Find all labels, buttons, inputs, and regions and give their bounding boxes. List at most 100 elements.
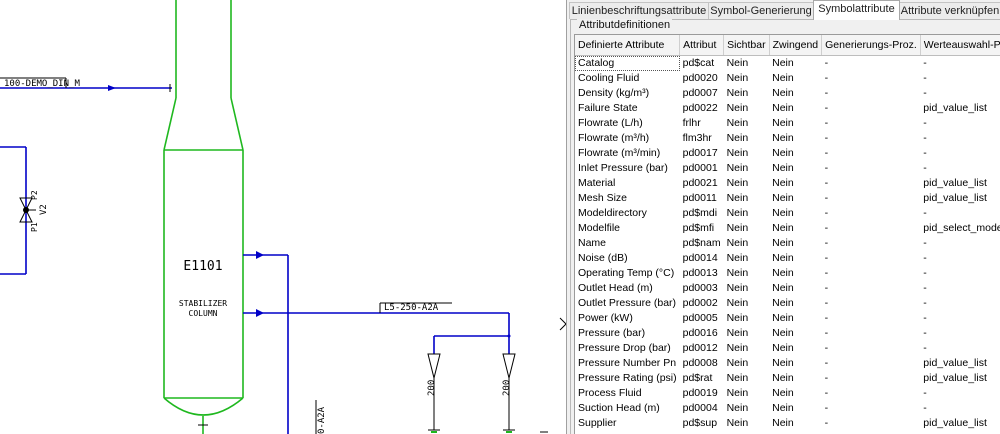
table-row[interactable]: Mesh Size pd0011 Nein Nein - pid_value_list [575,191,1000,206]
mandatory-cell: Nein [772,312,794,324]
tab-symbol-generierung[interactable]: Symbol-Generierung [708,2,814,19]
attribute-code-cell: pd0004 [682,402,718,414]
generation-proc-cell: - [824,72,829,84]
attribute-name-cell: Material [578,177,616,189]
column-header-sichtbar[interactable]: Sichtbar [723,35,770,56]
generation-proc-cell: - [824,192,829,204]
branch-line[interactable] [433,334,511,355]
pid-drawing[interactable]: 100-DEMO_DIN_M V2 P2 P1 E1101 STABILIZER… [0,0,566,434]
attribute-name-cell: Outlet Head (m) [578,282,653,294]
column-header-werteauswahl-proz[interactable]: Werteauswahl-Proz. [920,35,1000,56]
nozzle-line-upper[interactable] [243,251,289,434]
attribute-code-cell: pd0021 [682,177,718,189]
mandatory-cell: Nein [772,237,794,249]
attribute-name-cell: Density (kg/m³) [578,87,650,99]
visible-cell: Nein [726,402,749,414]
attribute-name-cell: Mesh Size [578,192,628,204]
table-row[interactable]: Modeldirectory pd$mdi Nein Nein - - [575,206,1000,221]
table-row[interactable]: Process Fluid pd0019 Nein Nein - - [575,386,1000,401]
generation-proc-cell: - [824,372,829,384]
tab-symbolattribute[interactable]: Symbolattribute [813,0,900,20]
table-row[interactable]: Name pd$nam Nein Nein - - [575,236,1000,251]
attribute-name-cell: Supplier [578,417,617,429]
mandatory-cell: Nein [772,117,794,129]
valve-icon[interactable] [19,197,36,223]
pipe-line-left[interactable] [0,146,27,275]
attribute-name-cell: Cooling Fluid [578,72,640,84]
table-row[interactable]: Density (kg/m³) pd0007 Nein Nein - - [575,86,1000,101]
table-row[interactable]: Pressure Number Pn pd0008 Nein Nein - pid_val… [575,356,1000,371]
visible-cell: Nein [726,117,749,129]
table-row[interactable]: Power (kW) pd0005 Nein Nein - - [575,311,1000,326]
reducer-label-left: 200 [427,380,437,396]
attribute-name-cell: Modeldirectory [578,207,647,219]
table-row[interactable]: Supplier pd$sup Nein Nein - pid_value_list [575,416,1000,431]
valve-label-p2: P2 [30,190,39,200]
value-selection-proc-cell: - [923,252,927,264]
attribute-code-cell: pd0012 [682,342,718,354]
attribute-panel: Linienbeschriftungsattribute Symbol-Gene… [566,0,1000,434]
attribute-code-cell: pd0020 [682,72,718,84]
table-row[interactable]: Inlet Pressure (bar) pd0001 Nein Nein - - [575,161,1000,176]
visible-cell: Nein [726,252,749,264]
generation-proc-cell: - [824,417,829,429]
value-selection-proc-cell: - [923,57,927,69]
tab-attribute-verknuepfen[interactable]: Attribute verknüpfen [899,2,1000,19]
drawing-canvas[interactable]: 100-DEMO_DIN_M V2 P2 P1 E1101 STABILIZER… [0,0,566,434]
line-label-vertical: 0-A2A [317,406,327,434]
stabilizer-column-vessel[interactable] [163,149,244,434]
attribute-code-cell: pd0011 [682,192,717,204]
table-row[interactable]: Suction Head (m) pd0004 Nein Nein - - [575,401,1000,416]
tab-linienbeschriftungsattribute[interactable]: Linienbeschriftungsattribute [569,2,709,19]
visible-cell: Nein [726,282,749,294]
table-row[interactable]: Outlet Head (m) pd0003 Nein Nein - - [575,281,1000,296]
column-header-zwingend[interactable]: Zwingend [769,35,823,56]
value-selection-proc-cell: pid_value_list [923,372,987,384]
value-selection-proc-cell: - [923,312,927,324]
column-header-definierte-attribute[interactable]: Definierte Attribute [575,35,681,56]
table-row[interactable]: Material pd0021 Nein Nein - pid_value_list [575,176,1000,191]
mandatory-cell: Nein [772,72,794,84]
mandatory-cell: Nein [772,102,794,114]
table-row[interactable]: Flowrate (m³/min) pd0017 Nein Nein - - [575,146,1000,161]
visible-cell: Nein [726,372,749,384]
value-selection-proc-cell: pid_value_list [923,177,987,189]
value-selection-proc-cell: - [923,327,927,339]
attribute-code-cell: pd0016 [682,327,718,339]
column-header-generierungs-proz[interactable]: Generierungs-Proz. [821,35,921,56]
table-row[interactable]: Flowrate (L/h) frlhr Nein Nein - - [575,116,1000,131]
table-row[interactable]: Operating Temp (°C) pd0013 Nein Nein - - [575,266,1000,281]
value-selection-proc-cell: - [923,72,927,84]
attribute-code-cell: pd0002 [682,297,718,309]
column-header-attribut[interactable]: Attribut [679,35,725,56]
attribute-code-cell: pd$cat [682,57,715,69]
attribute-code-cell: pd0007 [682,87,718,99]
nozzle-line-lower[interactable] [243,302,510,354]
table-row[interactable]: Pressure Drop (bar) pd0012 Nein Nein - - [575,341,1000,356]
tab-bar: Linienbeschriftungsattribute Symbol-Gene… [567,0,1000,20]
attribute-name-cell: Pressure Number Pn [578,357,677,369]
column-shaft[interactable] [163,0,244,151]
visible-cell: Nein [726,222,749,234]
table-row[interactable]: Catalog pd$cat Nein Nein - - [575,55,1000,71]
table-row[interactable]: Cooling Fluid pd0020 Nein Nein - - [575,71,1000,86]
visible-cell: Nein [726,162,749,174]
mandatory-cell: Nein [772,402,794,414]
value-selection-proc-cell: pid_value_list [923,357,987,369]
attribute-code-cell: pd0013 [682,267,718,279]
mandatory-cell: Nein [772,252,794,264]
attribute-code-cell: pd0014 [682,252,718,264]
visible-cell: Nein [726,327,749,339]
table-row[interactable]: Noise (dB) pd0014 Nein Nein - - [575,251,1000,266]
table-row[interactable]: Pressure Rating (psi) pd$rat Nein Nein - pid_… [575,371,1000,386]
attribute-code-cell: pd$mfi [682,222,715,234]
attribute-table[interactable]: Definierte Attribute Attribut Sichtbar Z… [574,34,1000,434]
mandatory-cell: Nein [772,132,794,144]
table-row[interactable]: Flowrate (m³/h) flm3hr Nein Nein - - [575,131,1000,146]
table-row[interactable]: Pressure (bar) pd0016 Nein Nein - - [575,326,1000,341]
table-row[interactable]: Outlet Pressure (bar) pd0002 Nein Nein - - [575,296,1000,311]
attribute-name-cell: Name [578,237,607,249]
generation-proc-cell: - [824,387,829,399]
table-row[interactable]: Failure State pd0022 Nein Nein - pid_value_li… [575,101,1000,116]
table-row[interactable]: Modelfile pd$mfi Nein Nein - pid_select_model… [575,221,1000,236]
